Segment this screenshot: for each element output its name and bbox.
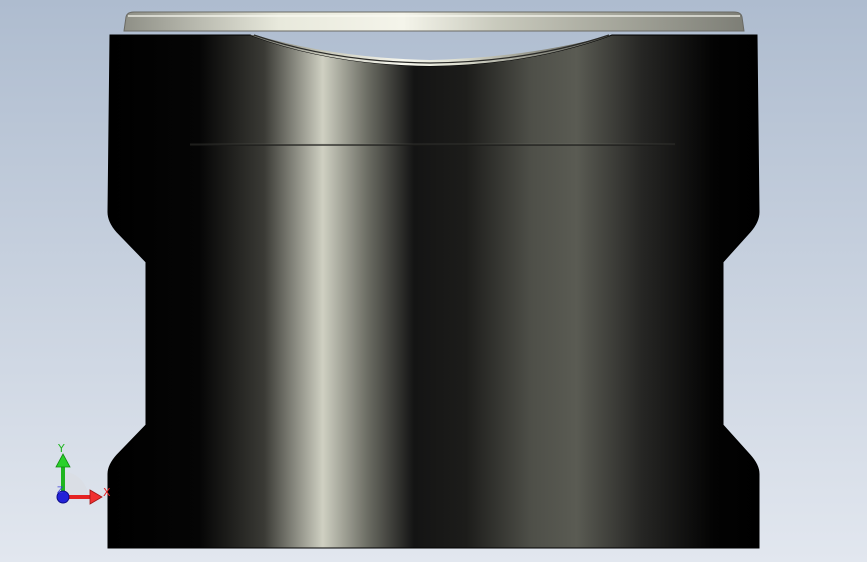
piston-top-rim[interactable]: [123, 11, 745, 32]
piston-body[interactable]: [107, 34, 760, 549]
y-axis-arrow-icon: [55, 453, 71, 468]
coordinate-triad: Y X Z: [50, 440, 120, 510]
x-axis-label: X: [103, 486, 111, 499]
z-axis-label: Z: [57, 486, 64, 496]
y-axis-label: Y: [58, 442, 65, 455]
x-axis-arrow-icon: [89, 489, 103, 505]
model-view[interactable]: [0, 0, 867, 562]
graphics-viewport[interactable]: Y X Z: [0, 0, 867, 562]
